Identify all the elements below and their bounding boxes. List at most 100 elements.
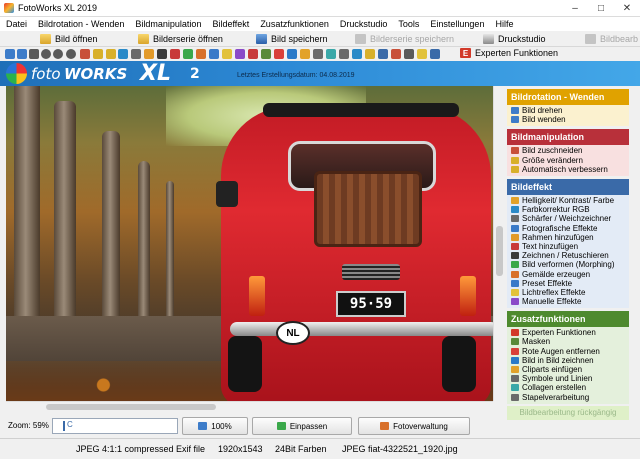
edit-icon <box>585 34 596 44</box>
panel-item-sharpen[interactable]: Schärfer / Weichzeichner <box>507 214 629 223</box>
panel-item-expert[interactable]: Experten Funktionen <box>507 328 629 337</box>
panel-item-batch[interactable]: Stapelverarbeitung <box>507 393 629 402</box>
section-rotation-title[interactable]: Bildrotation - Wenden <box>507 89 629 105</box>
sharpen-icon[interactable] <box>131 49 141 59</box>
mask-icon[interactable] <box>261 49 271 59</box>
menu-hilfe[interactable]: Hilfe <box>489 19 518 29</box>
zoom-slider-thumb[interactable] <box>63 421 65 431</box>
manual-icon[interactable] <box>235 49 245 59</box>
crop-icon[interactable] <box>80 49 90 59</box>
panel-item-flip[interactable]: Bild wenden <box>507 115 629 124</box>
preset-icon[interactable] <box>209 49 219 59</box>
open-series-button[interactable]: Bilderserie öffnen <box>138 32 223 46</box>
vertical-scrollbar[interactable] <box>493 86 504 401</box>
circle-icon[interactable] <box>41 49 51 59</box>
print-icon[interactable] <box>404 49 414 59</box>
rotate-left-icon[interactable] <box>5 49 15 59</box>
section-manipulation-title[interactable]: Bildmanipulation <box>507 129 629 146</box>
menu-bildeffekt[interactable]: Bildeffekt <box>206 19 254 29</box>
panel-item-rotate[interactable]: Bild drehen <box>507 106 629 115</box>
minimize-button[interactable]: – <box>562 0 588 17</box>
panel-item-frame[interactable]: Rahmen hinzufügen <box>507 233 629 242</box>
draw-icon[interactable] <box>170 49 180 59</box>
undo-icon[interactable] <box>53 49 63 59</box>
zoom-slider[interactable]: C <box>52 418 178 434</box>
save-series-button[interactable]: Bilderserie speichern <box>355 32 454 46</box>
frame-icon[interactable] <box>144 49 154 59</box>
panel-item-light-reflex[interactable]: Lichtreflex Effekte <box>507 288 629 297</box>
panel-item-picture-in-picture[interactable]: Bild in Bild zeichnen <box>507 356 629 365</box>
panel-item-cliparts[interactable]: Cliparts einfügen <box>507 365 629 374</box>
info-icon[interactable] <box>352 49 362 59</box>
menu-bildmanipulation[interactable]: Bildmanipulation <box>129 19 206 29</box>
color-icon[interactable] <box>118 49 128 59</box>
menu-zusatzfunktionen[interactable]: Zusatzfunktionen <box>254 19 334 29</box>
expert-icon[interactable] <box>248 49 258 59</box>
collage-icon[interactable] <box>326 49 336 59</box>
web-icon[interactable] <box>391 49 401 59</box>
scroll-thumb[interactable] <box>496 226 503 276</box>
panel-item-photo-effects[interactable]: Fotografische Effekte <box>507 224 629 233</box>
red-eye-icon[interactable] <box>274 49 284 59</box>
gear-icon[interactable] <box>430 49 440 59</box>
expert-functions-button[interactable]: E Experten Funktionen <box>460 46 558 60</box>
panel-item-collage[interactable]: Collagen erstellen <box>507 383 629 392</box>
batch-icon[interactable] <box>339 49 349 59</box>
text-icon[interactable] <box>157 49 167 59</box>
panel-item-morph[interactable]: Bild verformen (Morphing) <box>507 260 629 269</box>
rotate-right-icon[interactable] <box>17 49 27 59</box>
panel-item-auto-enhance[interactable]: Automatisch verbessern <box>507 165 629 174</box>
menu-datei[interactable]: Datei <box>0 19 32 29</box>
panel-item-resize[interactable]: Größe verändern <box>507 156 629 165</box>
icon-toolbar: E Experten Funktionen <box>0 47 640 61</box>
last-created-date: Letztes Erstellungsdatum: 04.08.2019 <box>237 72 355 79</box>
section-effect-title[interactable]: Bildeffekt <box>507 178 629 195</box>
close-button[interactable]: ✕ <box>614 0 640 17</box>
light-icon[interactable] <box>222 49 232 59</box>
star-icon[interactable] <box>417 49 427 59</box>
panel-item-symbols[interactable]: Symbole und Linien <box>507 374 629 383</box>
help-icon[interactable] <box>378 49 388 59</box>
menu-bildrotation[interactable]: Bildrotation - Wenden <box>32 19 129 29</box>
symbol-icon[interactable] <box>313 49 323 59</box>
panel-item-text[interactable]: Text hinzufügen <box>507 242 629 251</box>
section-extra-title[interactable]: Zusatzfunktionen <box>507 311 629 328</box>
open-image-button[interactable]: Bild öffnen <box>40 32 97 46</box>
status-bar: JPEG 4:1:1 compressed Exif file 1920x154… <box>0 438 640 459</box>
panel-item-draw[interactable]: Zeichnen / Retuschieren <box>507 251 629 260</box>
save-image-button[interactable]: Bild speichern <box>256 32 328 46</box>
clipart-icon[interactable] <box>300 49 310 59</box>
panel-item-painting[interactable]: Gemälde erzeugen <box>507 269 629 279</box>
panel-item-label: Helligkeit/ Kontrast/ Farbe <box>522 196 615 206</box>
panel-item-red-eye[interactable]: Rote Augen entfernen <box>507 347 629 356</box>
menu-druckstudio[interactable]: Druckstudio <box>334 19 393 29</box>
flip-icon[interactable] <box>29 49 39 59</box>
panel-item-label: Bild zuschneiden <box>522 146 583 156</box>
fit-button[interactable]: Einpassen <box>252 417 352 435</box>
redo-icon[interactable] <box>66 49 76 59</box>
resize-icon[interactable] <box>93 49 103 59</box>
panel-item-manual[interactable]: Manuelle Effekte <box>507 297 629 306</box>
picture-icon[interactable] <box>287 49 297 59</box>
menu-einstellungen[interactable]: Einstellungen <box>424 19 489 29</box>
sparkle-icon[interactable] <box>106 49 116 59</box>
panel-item-crop[interactable]: Bild zuschneiden <box>507 146 629 155</box>
maximize-button[interactable]: □ <box>588 0 614 17</box>
menu-tools[interactable]: Tools <box>392 19 424 29</box>
panel-item-rgb[interactable]: Farbkorrektur RGB <box>507 205 629 214</box>
morph-icon[interactable] <box>183 49 193 59</box>
photo-manager-button[interactable]: Fotoverwaltung <box>358 417 470 435</box>
scroll-thumb[interactable] <box>46 404 216 410</box>
image-canvas[interactable]: 95·59 NL <box>6 86 493 401</box>
panel-item-brightness[interactable]: Helligkeit/ Kontrast/ Farbe <box>507 196 629 205</box>
car-roof <box>263 103 459 117</box>
panel-item-masks[interactable]: Masken <box>507 337 629 346</box>
settings-icon[interactable] <box>365 49 375 59</box>
print-studio-button[interactable]: Druckstudio <box>483 32 546 46</box>
horizontal-scrollbar[interactable] <box>6 401 493 411</box>
paint-icon[interactable] <box>196 49 206 59</box>
zoom-100-button[interactable]: 100% <box>182 417 248 435</box>
image-edit-button[interactable]: Bildbearb <box>585 32 638 46</box>
undo-edit-button[interactable]: Bildbearbeitung rückgängig <box>507 405 629 420</box>
panel-item-presets[interactable]: Preset Effekte <box>507 279 629 288</box>
